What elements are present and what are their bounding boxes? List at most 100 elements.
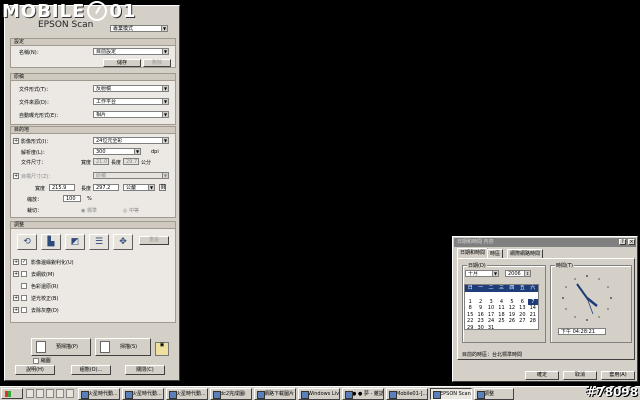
taskbar-button[interactable]: 火星時代動... [166, 388, 208, 400]
backlight-checkbox[interactable] [21, 295, 27, 301]
calendar-day[interactable]: 26 [507, 318, 517, 325]
close-icon[interactable]: × [628, 239, 635, 245]
taskbar: 火星時代動... 火星時代動... 火星時代動... dc2完成圖i 網路下載圖片 Win… [0, 386, 640, 400]
adjustments-header: 調整 [11, 222, 175, 229]
unit-select[interactable]: 公釐 ▼ [123, 184, 155, 191]
clock-face-icon [562, 275, 612, 321]
image-adjust-tool-button[interactable]: ☰ [89, 234, 109, 250]
save-button[interactable]: 儲存 [103, 59, 141, 67]
target-size-select[interactable]: 原稿 ▼ [93, 172, 169, 179]
tab-timezone[interactable]: 時區 [487, 249, 504, 258]
taskbar-button[interactable]: EPSON Scan [430, 388, 472, 400]
taskbar-button[interactable]: 調整 [474, 388, 514, 400]
year-spinner[interactable]: 2006 ↕ [505, 270, 531, 277]
tone-curve-tool-button[interactable]: ◩ [65, 234, 85, 250]
thumbnail-checkbox[interactable] [33, 357, 39, 364]
chevron-down-icon: ▼ [162, 99, 168, 104]
chevron-down-icon: ▼ [134, 149, 140, 154]
quicklaunch-media-icon[interactable] [56, 389, 64, 398]
reset-button[interactable]: 重設 [139, 236, 169, 245]
taskbar-button[interactable]: 火星時代動... [78, 388, 120, 400]
resolution-select[interactable]: 300 ▼ [93, 148, 141, 155]
lock-ratio-icon[interactable]: ⛓ [159, 184, 166, 191]
color-palette-icon: ✥ [119, 237, 127, 247]
month-select[interactable]: 十月 ▼ [465, 270, 499, 277]
calendar-day[interactable]: 29 [465, 325, 475, 332]
weekday-label: 一 [478, 285, 484, 291]
calendar-weekday-header: 日一二三四五六 [465, 285, 538, 292]
expand-icon[interactable]: + [13, 138, 19, 144]
expand-icon[interactable]: + [13, 307, 19, 313]
watermark-brand-right: 01 [109, 0, 137, 22]
calendar-day[interactable]: 25 [496, 318, 506, 325]
cancel-button[interactable]: 取消 [563, 371, 597, 380]
width2-field[interactable]: 215.9 [49, 184, 75, 191]
size-unit: 公分 [141, 160, 152, 166]
image-type-select[interactable]: 24位元全彩 ▼ [93, 137, 169, 144]
settings-name-select[interactable]: 目前設定 ▼ [93, 48, 169, 55]
help-icon[interactable]: ? [619, 239, 626, 245]
taskbar-button[interactable]: 網路下載圖片 [254, 388, 296, 400]
help-button[interactable]: 說明(H) [15, 365, 55, 375]
ok-button[interactable]: 確定 [525, 371, 559, 380]
trim-option-medium[interactable]: ◎ 中等 [123, 207, 139, 214]
taskbar-button[interactable]: dc2完成圖i [210, 388, 252, 400]
auto-exposure-label: 自動曝光形式(E)： [19, 113, 62, 119]
histogram-tool-button[interactable]: ▙ [41, 234, 61, 250]
tone-curve-icon: ◩ [70, 237, 80, 247]
auto-exposure-tool-button[interactable]: ⟲ [17, 234, 37, 250]
descreening-checkbox[interactable] [21, 271, 27, 277]
image-adjust-icon: ☰ [94, 237, 104, 247]
delete-button[interactable]: 刪除 [143, 59, 171, 67]
thumbnail-option[interactable]: 縮圖 [33, 357, 51, 364]
expand-icon[interactable]: + [13, 259, 19, 265]
epson-scan-window: EPSON Scan 專業模式 ▼ 設定 名稱(N)： 目前設定 ▼ 儲存 刪除 原… [4, 5, 180, 381]
doc-source-select[interactable]: 工作平台 ▼ [93, 98, 169, 105]
expand-icon[interactable]: + [13, 173, 19, 179]
configuration-button[interactable]: 組態(O)... [71, 365, 111, 375]
dust-removal-checkbox[interactable] [21, 307, 27, 313]
quicklaunch-app-icon[interactable] [66, 389, 74, 398]
start-button[interactable] [1, 388, 23, 399]
preview-button[interactable]: 預掃描(P) [31, 338, 91, 356]
spinner-arrows-icon: ↕ [524, 271, 530, 276]
apply-button[interactable]: 套用(A) [601, 371, 635, 380]
quicklaunch-mail-icon[interactable] [46, 389, 54, 398]
taskbar-button[interactable]: Mobile01-[... [386, 388, 428, 400]
time-group-label: 時間(T) [555, 262, 574, 269]
mode-select[interactable]: 專業模式 ▼ [110, 25, 168, 32]
watermark-logo: MOBILE 01 [2, 0, 136, 22]
time-field[interactable]: 下午 04:28:21 [558, 328, 606, 335]
scale-field[interactable]: 100 [63, 195, 81, 202]
unsharp-checkbox[interactable]: ✓ [21, 259, 27, 265]
quicklaunch-ie-icon[interactable] [26, 389, 34, 398]
quicklaunch-desktop-icon[interactable] [36, 389, 44, 398]
auto-exposure-select[interactable]: 相片 ▼ [93, 111, 169, 118]
scan-button[interactable]: 掃描(S) [95, 338, 151, 356]
height2-field[interactable]: 297.2 [93, 184, 119, 191]
height2-label: 長度 [81, 186, 92, 192]
width-field: 21.0 [93, 158, 109, 165]
expand-icon[interactable]: + [13, 271, 19, 277]
image-type-label: 影像形式(I)： [21, 139, 52, 145]
calendar-day[interactable]: 31 [486, 325, 496, 332]
color-palette-tool-button[interactable]: ✥ [113, 234, 133, 250]
color-restore-checkbox[interactable] [21, 283, 27, 289]
calendar-day[interactable]: 30 [475, 325, 485, 332]
trim-option-standard[interactable]: ◉ 標準 [81, 207, 97, 214]
tab-date-time[interactable]: 日期和時間 [457, 248, 489, 258]
tab-internet-time[interactable]: 網際網路時間 [507, 249, 544, 258]
calendar-day[interactable]: 27 [517, 318, 527, 325]
doc-type-select[interactable]: 反射稿 ▼ [93, 85, 169, 92]
adjust-item-label: 色彩還原(R) [31, 284, 59, 290]
taskbar-button[interactable]: 火星時代動... [122, 388, 164, 400]
expand-icon[interactable]: + [13, 295, 19, 301]
datetime-title: 日期和時間 內容 [457, 239, 494, 245]
taskbar-button[interactable]: Windows Liv... [298, 388, 340, 400]
taskbar-button[interactable]: ● ● 夢 - 雜誌 [342, 388, 384, 400]
height-label: 長度 [111, 160, 122, 166]
thumbnail-icon[interactable]: ▣ [155, 342, 169, 356]
close-button[interactable]: 關閉(C) [125, 365, 165, 375]
watermark-logo-icon [87, 1, 108, 21]
calendar-day[interactable]: 28 [528, 318, 538, 325]
